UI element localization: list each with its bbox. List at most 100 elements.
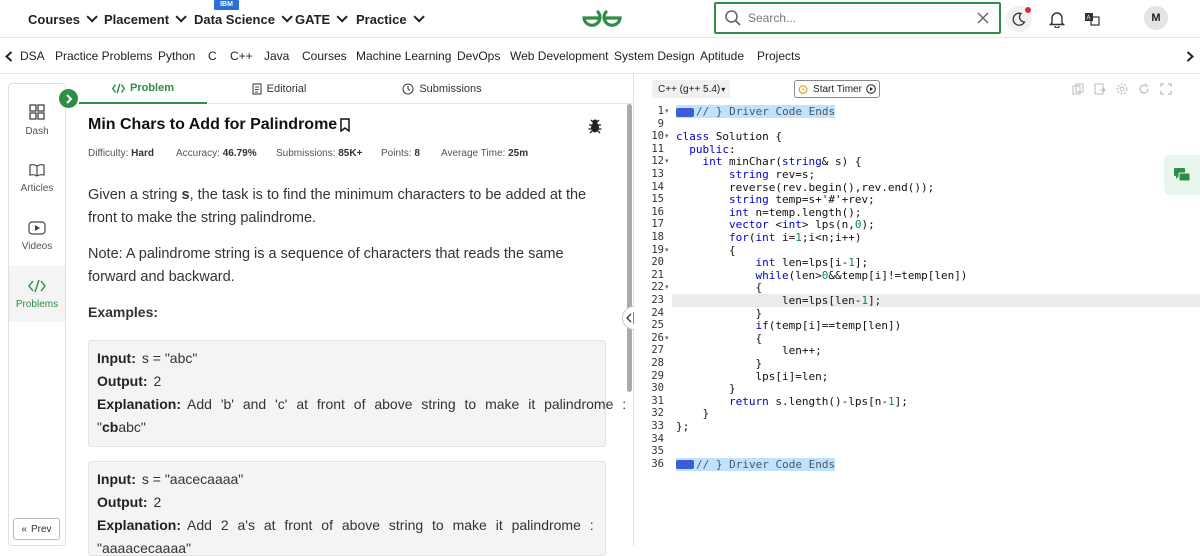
submissions-value: 85K+ (338, 148, 363, 159)
rail-articles[interactable]: Articles (9, 150, 65, 206)
rail-dash[interactable]: Dash (9, 92, 65, 148)
gfg-logo[interactable] (578, 6, 626, 30)
fold-arrow-icon[interactable]: ▾ (665, 283, 669, 291)
fold-arrow-icon[interactable]: ▾ (665, 132, 669, 140)
code-icon (28, 279, 46, 292)
search-icon (725, 10, 741, 26)
upload-icon[interactable] (1094, 83, 1106, 95)
tab-submissions[interactable]: Submissions (367, 74, 517, 104)
subnav-dsa[interactable]: DSA (20, 38, 45, 74)
output-label: Output: (97, 494, 148, 510)
chevron-left-icon[interactable] (5, 51, 13, 62)
subnav-aptitude[interactable]: Aptitude (700, 38, 744, 74)
example-output: Output: 2 (97, 494, 161, 510)
fold-arrow-icon[interactable]: ▾ (665, 157, 669, 165)
example-input: Input: s = "abc" (97, 350, 197, 366)
subnav-java[interactable]: Java (264, 38, 289, 74)
nav-practice[interactable]: Practice (356, 0, 425, 38)
line-number: 29 (651, 369, 664, 382)
nav-gate[interactable]: GATE (295, 0, 348, 38)
subnav-c[interactable]: C (208, 38, 217, 74)
code-line: class Solution { (676, 130, 782, 144)
avatar[interactable]: M (1144, 6, 1168, 30)
code-line: len++; (676, 344, 822, 358)
line-number: 10 (651, 130, 664, 143)
line-number: 16 (651, 205, 664, 218)
prev-button[interactable]: « Prev (13, 518, 60, 540)
fold-marker-icon[interactable] (676, 107, 694, 117)
line-number: 33 (651, 420, 664, 432)
fold-arrow-icon[interactable]: ▾ (665, 107, 669, 115)
bell-icon (1049, 12, 1065, 28)
rail-articles-label: Articles (20, 182, 54, 194)
problem-scrollbar[interactable] (627, 104, 632, 392)
output-value: 2 (153, 373, 162, 389)
tab-editorial[interactable]: Editorial (217, 74, 341, 104)
subnav-system-design[interactable]: System Design (614, 38, 695, 74)
example-explanation: Explanation: Add 2 a's at front of above … (97, 517, 594, 533)
clear-icon[interactable] (977, 12, 989, 24)
caret-down-icon: ▾ (721, 84, 726, 94)
expand-circle[interactable] (59, 89, 78, 108)
line-number: 27 (651, 344, 664, 357)
line-number: 11 (651, 142, 664, 155)
code-line: return s.length()-lps[n-1]; (728, 394, 908, 408)
settings-icon[interactable] (1116, 83, 1128, 95)
subnav-cpp[interactable]: C++ (230, 38, 253, 74)
code-line: { (676, 243, 736, 257)
accuracy-label: Accuracy: (176, 148, 220, 159)
code-line: vector <int> lps(n,0); (728, 218, 875, 232)
nav-courses[interactable]: Courses (28, 0, 98, 38)
fullscreen-icon[interactable] (1160, 83, 1172, 95)
line-number: 31 (651, 394, 664, 407)
problem-panel: Problem Editorial Submissions Min Chars … (67, 74, 633, 556)
line-number: 17 (651, 218, 664, 231)
copy-icon[interactable] (1072, 83, 1084, 95)
theme-toggle[interactable] (1006, 6, 1032, 32)
fold-arrow-icon[interactable]: ▾ (665, 334, 669, 342)
example-1: Input: s = "abc" Output: 2 Explanation: Add… (88, 340, 626, 447)
line-number: 24 (651, 306, 664, 319)
rail-problems[interactable]: Problems (9, 266, 65, 322)
subnav-courses[interactable]: Courses (302, 38, 347, 74)
desc-variable: s (181, 187, 190, 203)
subnav-devops[interactable]: DevOps (457, 38, 500, 74)
code-line: string temp=s+'#'+rev; (728, 193, 875, 207)
dashboard-icon (29, 103, 45, 120)
chevron-right-icon[interactable] (1186, 51, 1194, 62)
bookmark-icon[interactable] (339, 118, 351, 132)
fold-arrow-icon[interactable]: ▾ (665, 246, 669, 254)
sub-navbar: DSA Practice Problems Python C C++ Java … (0, 38, 1200, 74)
line-number: 30 (651, 382, 664, 395)
subnav-web-development[interactable]: Web Development (510, 38, 609, 74)
search-box[interactable]: Search... (714, 2, 1001, 34)
nav-practice-label: Practice (356, 11, 407, 27)
tab-problem[interactable]: Problem (79, 74, 207, 104)
rail-videos[interactable]: Videos (9, 208, 65, 264)
reset-icon[interactable] (1138, 83, 1150, 95)
bug-report-icon[interactable] (587, 118, 603, 134)
explanation-bold: cb (101, 419, 119, 435)
nav-data-science[interactable]: Data Science (194, 0, 293, 38)
code-editor[interactable]: // } Driver Code Ends class Solution { pu… (672, 104, 1200, 546)
subnav-python[interactable]: Python (158, 38, 195, 74)
chat-button[interactable] (1164, 155, 1200, 195)
translate-button[interactable]: A (1079, 6, 1105, 32)
explanation-label: Explanation: (97, 517, 182, 533)
fold-marker-icon[interactable] (676, 460, 694, 470)
line-number: 19 (651, 243, 664, 256)
nav-placement[interactable]: Placement (104, 0, 187, 38)
notifications-button[interactable] (1044, 6, 1070, 32)
search-input[interactable]: Search... (748, 11, 977, 25)
language-select[interactable]: C++ (g++ 5.4) ▾ (652, 80, 730, 98)
explanation-value: Add 'b' and 'c' at front of above string… (187, 396, 627, 412)
subnav-projects[interactable]: Projects (757, 38, 800, 74)
subnav-machine-learning[interactable]: Machine Learning (356, 38, 451, 74)
code-line: } (676, 357, 763, 370)
example-2: Input: s = "aacecaaaa" Output: 2 Explanati… (88, 461, 606, 556)
start-timer-button[interactable]: Start Timer (794, 80, 880, 98)
subnav-practice-problems[interactable]: Practice Problems (55, 38, 152, 74)
desc-text: Given a string (88, 187, 182, 203)
problem-description: Given a string s, the task is to find th… (88, 184, 608, 230)
chevron-down-icon (413, 11, 425, 23)
